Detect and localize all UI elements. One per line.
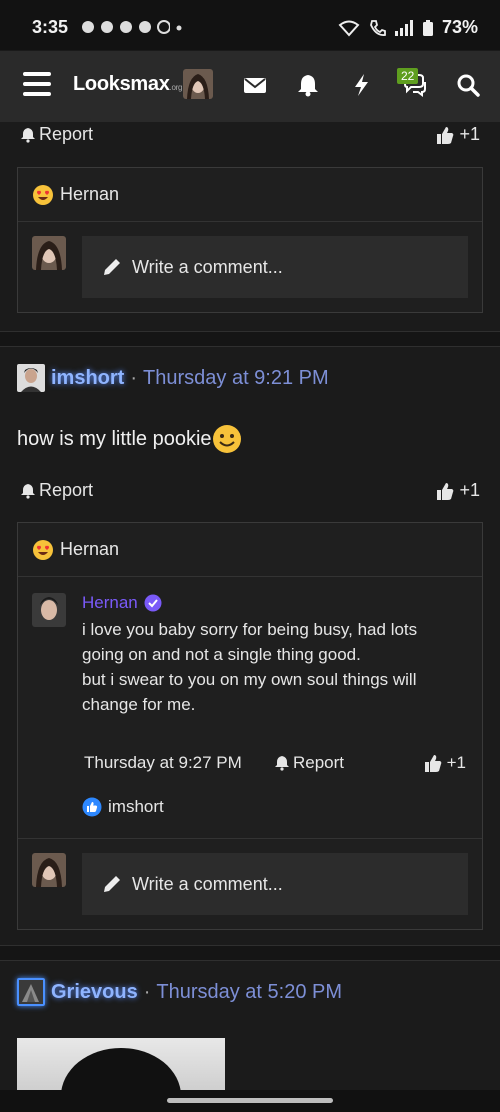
- heart-eyes-emoji-icon: [33, 539, 53, 560]
- status-notification-icons: [80, 19, 184, 35]
- comment-section: Hernan Hernan i love you baby sorry for …: [17, 522, 483, 930]
- reply-comment: Hernan i love you baby sorry for being b…: [18, 577, 482, 839]
- post-separator: [0, 945, 500, 961]
- status-right: 73%: [338, 17, 478, 38]
- reply-timestamp[interactable]: Thursday at 9:27 PM: [84, 753, 242, 773]
- reaction-username[interactable]: Hernan: [60, 184, 119, 205]
- post-actions: Report +1: [0, 480, 500, 510]
- battery-level: 73%: [441, 17, 478, 37]
- bell-icon: [21, 483, 35, 499]
- reaction-row: Hernan: [18, 168, 482, 222]
- menu-icon[interactable]: [23, 72, 51, 96]
- like-button[interactable]: +1: [423, 753, 466, 773]
- write-comment-row: Write a comment...: [18, 222, 482, 312]
- write-comment-input[interactable]: Write a comment...: [82, 853, 468, 915]
- thumbs-up-icon: [437, 126, 454, 144]
- reply-author-avatar[interactable]: [32, 593, 66, 627]
- post-author-avatar[interactable]: [17, 364, 45, 392]
- post-timestamp[interactable]: Thursday at 9:21 PM: [143, 367, 329, 390]
- like-button[interactable]: +1: [435, 124, 480, 145]
- reaction-row: Hernan: [18, 523, 482, 577]
- post-header: Grievous · Thursday at 5:20 PM: [17, 978, 342, 1006]
- home-indicator[interactable]: [167, 1098, 333, 1103]
- liker-username[interactable]: imshort: [108, 797, 164, 817]
- post-separator: [0, 331, 500, 347]
- status-time: 3:35: [32, 17, 69, 37]
- search-icon[interactable]: [455, 72, 481, 98]
- wifi-icon: [338, 20, 360, 36]
- pencil-icon: [104, 259, 120, 275]
- liked-by: imshort: [82, 797, 164, 817]
- bell-icon[interactable]: [295, 72, 321, 98]
- pencil-icon: [104, 876, 120, 892]
- commenter-avatar: [32, 236, 66, 270]
- battery-icon: [422, 19, 433, 36]
- write-comment-row: Write a comment...: [18, 839, 482, 929]
- notification-badge: 22: [397, 68, 419, 84]
- comment-section: Hernan Write a comment...: [17, 167, 483, 313]
- dot-icon: [176, 25, 182, 31]
- thumbs-up-icon: [424, 755, 441, 772]
- post-author-name[interactable]: imshort: [51, 367, 124, 390]
- post-actions: Report +1: [0, 124, 500, 154]
- navigation-bar: [0, 1090, 500, 1112]
- post-author-name[interactable]: Grievous: [51, 981, 138, 1004]
- post-author-avatar[interactable]: [17, 978, 45, 1006]
- site-logo[interactable]: Looksmax.org: [73, 73, 182, 96]
- post-body: how is my little pookie: [17, 424, 242, 454]
- report-link[interactable]: Report: [20, 124, 93, 145]
- signal-icon: [394, 19, 413, 36]
- smile-emoji-icon: [212, 425, 241, 453]
- like-reaction-icon: [82, 797, 102, 817]
- heart-eyes-emoji-icon: [33, 184, 53, 205]
- report-link[interactable]: Report: [20, 480, 93, 501]
- bell-icon: [275, 756, 289, 771]
- commenter-avatar: [32, 853, 66, 887]
- verified-badge-icon: [144, 594, 162, 612]
- write-comment-input[interactable]: Write a comment...: [82, 236, 468, 298]
- user-avatar[interactable]: [183, 69, 213, 99]
- bell-icon: [21, 127, 35, 143]
- thumbs-up-icon: [437, 482, 454, 500]
- reply-author-name[interactable]: Hernan: [82, 593, 162, 613]
- lightning-icon[interactable]: [349, 72, 375, 98]
- reply-text: i love you baby sorry for being busy, ha…: [82, 620, 418, 714]
- top-nav: Looksmax.org 22: [0, 50, 500, 122]
- report-link[interactable]: Report: [274, 753, 344, 773]
- like-button[interactable]: +1: [435, 480, 480, 501]
- post-header: imshort · Thursday at 9:21 PM: [17, 364, 329, 392]
- post-image[interactable]: [17, 1038, 225, 1090]
- reaction-username[interactable]: Hernan: [60, 539, 119, 560]
- status-bar: 3:35 73%: [0, 0, 500, 50]
- snapchat-icons: [82, 20, 170, 34]
- call-icon: [370, 19, 386, 36]
- post-timestamp[interactable]: Thursday at 5:20 PM: [156, 981, 342, 1004]
- envelope-icon[interactable]: [242, 72, 268, 98]
